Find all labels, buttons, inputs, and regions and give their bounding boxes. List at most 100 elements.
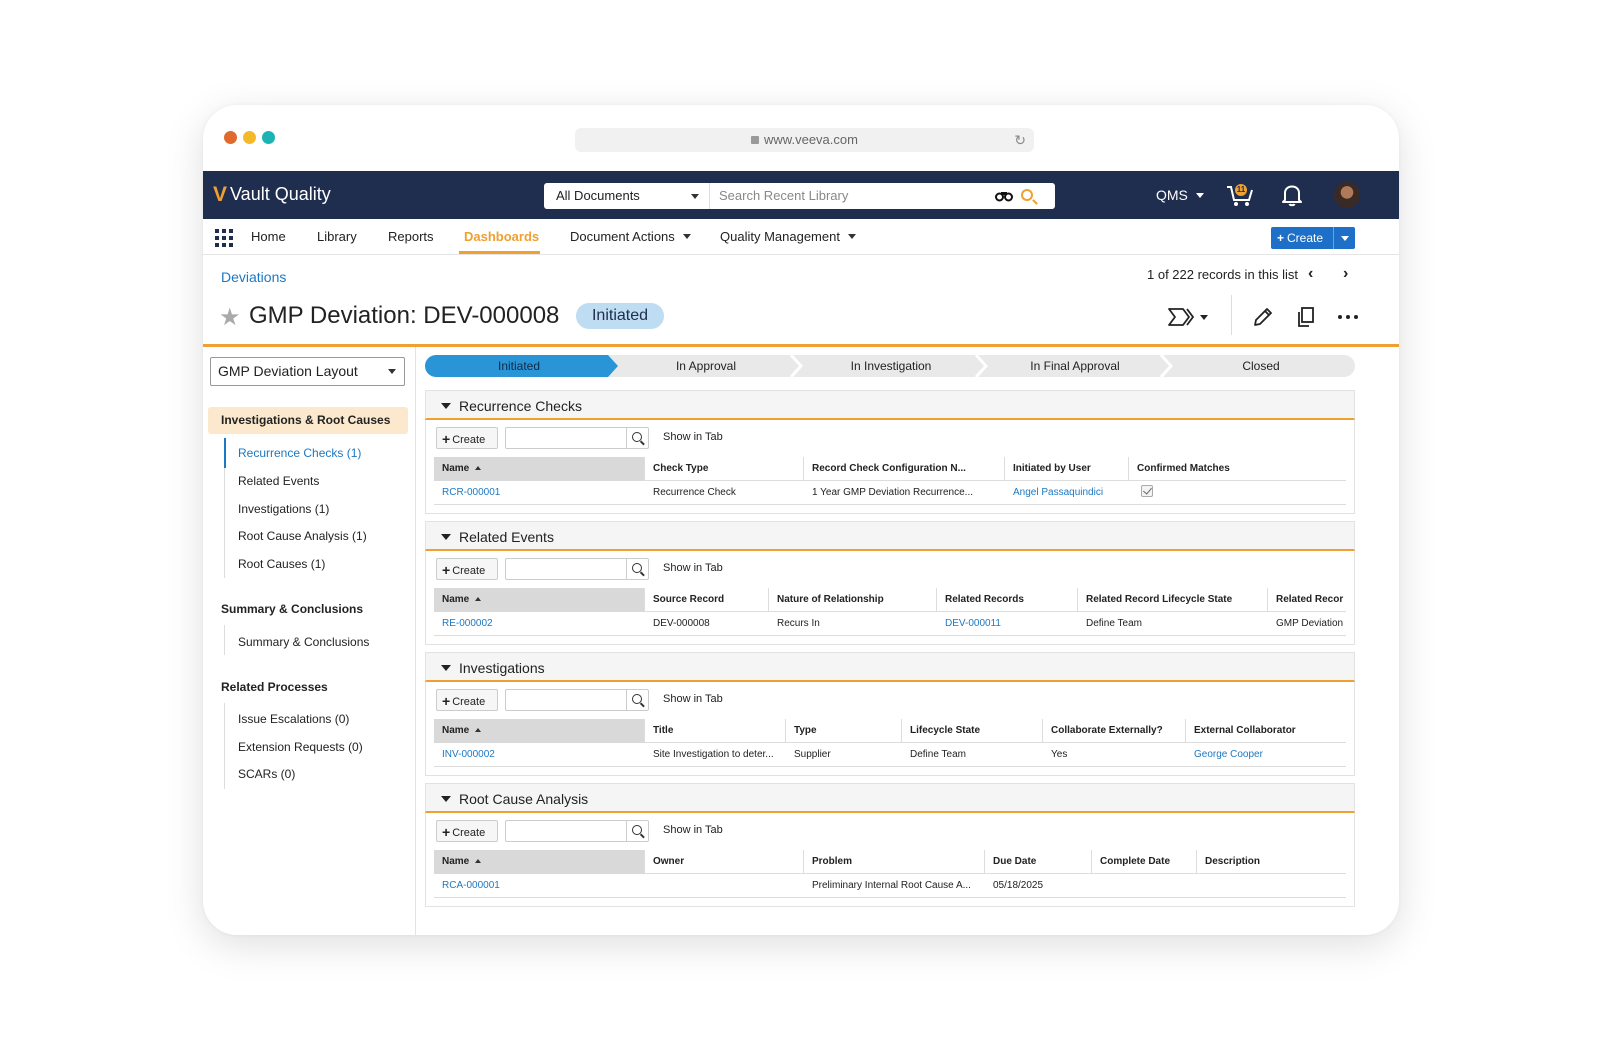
cell-external-collaborator[interactable]: George Cooper — [1186, 743, 1346, 767]
cart-button[interactable]: 11 — [1225, 182, 1255, 208]
lifecycle-stage-closed[interactable]: Closed — [1167, 355, 1355, 377]
search-icon[interactable] — [626, 821, 648, 841]
column-header-confirmed-matches[interactable]: Confirmed Matches — [1129, 457, 1346, 481]
sidebar-item-recurrence-checks[interactable]: Recurrence Checks (1) — [238, 446, 361, 460]
user-avatar[interactable] — [1334, 182, 1360, 208]
collapse-triangle-icon[interactable] — [441, 796, 451, 802]
sidebar-item-investigations[interactable]: Investigations (1) — [238, 502, 329, 516]
search-input[interactable]: Search Recent Library — [719, 183, 989, 209]
create-dropdown-toggle[interactable] — [1333, 227, 1355, 249]
column-header-collaborate-externally[interactable]: Collaborate Externally? — [1043, 719, 1186, 743]
collapse-triangle-icon[interactable] — [441, 403, 451, 409]
section-header[interactable]: Investigations — [425, 652, 1355, 682]
nav-reports[interactable]: Reports — [388, 229, 434, 244]
edit-button[interactable] — [1251, 305, 1275, 329]
breadcrumb[interactable]: Deviations — [221, 269, 286, 285]
search-icon[interactable] — [1021, 189, 1033, 201]
sidebar-section-related-processes[interactable]: Related Processes — [221, 680, 328, 694]
section-header[interactable]: Recurrence Checks — [425, 390, 1355, 420]
cell-record-link[interactable]: RE-000002 — [434, 612, 645, 636]
search-icon[interactable] — [626, 690, 648, 710]
sidebar-item-extension-requests[interactable]: Extension Requests (0) — [238, 740, 363, 754]
collapse-triangle-icon[interactable] — [441, 665, 451, 671]
nav-quality-management[interactable]: Quality Management — [720, 229, 856, 244]
favorite-star-icon[interactable]: ★ — [219, 303, 241, 332]
search-icon[interactable] — [626, 428, 648, 448]
create-button[interactable]: + Create — [436, 820, 498, 842]
lifecycle-stage-initiated[interactable]: Initiated — [425, 355, 613, 377]
sidebar-item-root-causes[interactable]: Root Causes (1) — [238, 557, 325, 571]
minimize-window-dot[interactable] — [243, 131, 256, 144]
show-in-tab-link[interactable]: Show in Tab — [663, 693, 723, 705]
nav-dashboards[interactable]: Dashboards — [464, 229, 539, 244]
column-header-name[interactable]: Name — [434, 588, 645, 612]
create-button[interactable]: + Create — [436, 558, 498, 580]
close-window-dot[interactable] — [224, 131, 237, 144]
column-header-due-date[interactable]: Due Date — [985, 850, 1092, 874]
column-header-related-records[interactable]: Related Records — [937, 588, 1078, 612]
nav-document-actions[interactable]: Document Actions — [570, 229, 691, 244]
create-button[interactable]: + Create — [436, 427, 498, 449]
column-header-record-check-configuration[interactable]: Record Check Configuration N... — [804, 457, 1005, 481]
column-header-related-record[interactable]: Related Recor — [1268, 588, 1346, 612]
search-icon[interactable] — [626, 559, 648, 579]
column-header-check-type[interactable]: Check Type — [645, 457, 804, 481]
show-in-tab-link[interactable]: Show in Tab — [663, 562, 723, 574]
cell-record-link[interactable]: RCR-000001 — [434, 481, 645, 505]
column-header-source-record[interactable]: Source Record — [645, 588, 769, 612]
column-header-name[interactable]: Name — [434, 850, 645, 874]
create-button[interactable]: + Create — [1271, 227, 1355, 249]
sidebar-item-summary-conclusions[interactable]: Summary & Conclusions — [238, 635, 369, 649]
create-button[interactable]: + Create — [436, 689, 498, 711]
sidebar-section-investigations[interactable]: Investigations & Root Causes — [208, 407, 408, 434]
maximize-window-dot[interactable] — [262, 131, 275, 144]
column-header-problem[interactable]: Problem — [804, 850, 985, 874]
layout-select[interactable]: GMP Deviation Layout — [210, 357, 405, 386]
next-record-icon[interactable]: › — [1343, 265, 1348, 283]
column-header-nature-of-relationship[interactable]: Nature of Relationship — [769, 588, 937, 612]
column-header-description[interactable]: Description — [1197, 850, 1346, 874]
section-search-input[interactable] — [505, 689, 649, 711]
section-header[interactable]: Related Events — [425, 521, 1355, 551]
nav-library[interactable]: Library — [317, 229, 357, 244]
show-in-tab-link[interactable]: Show in Tab — [663, 431, 723, 443]
lifecycle-stage-in-final-approval[interactable]: In Final Approval — [983, 355, 1167, 377]
cell-related-records[interactable]: DEV-000011 — [937, 612, 1078, 636]
column-header-title[interactable]: Title — [645, 719, 786, 743]
sidebar-item-related-events[interactable]: Related Events — [238, 474, 319, 488]
column-header-external-collaborator[interactable]: External Collaborator — [1186, 719, 1346, 743]
app-grid-icon[interactable] — [215, 229, 233, 247]
show-in-tab-link[interactable]: Show in Tab — [663, 824, 723, 836]
lifecycle-stage-in-approval[interactable]: In Approval — [613, 355, 799, 377]
sidebar-item-issue-escalations[interactable]: Issue Escalations (0) — [238, 712, 349, 726]
url-bar[interactable]: www.veeva.com ↻ — [575, 128, 1034, 152]
copy-button[interactable] — [1294, 305, 1318, 329]
column-header-complete-date[interactable]: Complete Date — [1092, 850, 1197, 874]
column-header-related-record-lifecycle-state[interactable]: Related Record Lifecycle State — [1078, 588, 1268, 612]
column-header-name[interactable]: Name — [434, 457, 645, 481]
nav-home[interactable]: Home — [251, 229, 286, 244]
workflow-actions-button[interactable] — [1167, 306, 1211, 328]
column-header-type[interactable]: Type — [786, 719, 902, 743]
notifications-button[interactable] — [1281, 183, 1303, 207]
column-header-lifecycle-state[interactable]: Lifecycle State — [902, 719, 1043, 743]
cell-record-link[interactable]: INV-000002 — [434, 743, 645, 767]
sidebar-item-root-cause-analysis[interactable]: Root Cause Analysis (1) — [238, 529, 367, 543]
column-header-initiated-by-user[interactable]: Initiated by User — [1005, 457, 1129, 481]
app-logo[interactable]: V Vault Quality — [213, 184, 331, 205]
binoculars-icon[interactable] — [995, 188, 1013, 205]
more-actions-button[interactable] — [1336, 305, 1360, 329]
section-search-input[interactable] — [505, 558, 649, 580]
sidebar-item-scars[interactable]: SCARs (0) — [238, 767, 295, 781]
reload-icon[interactable]: ↻ — [1014, 128, 1026, 152]
search-scope-select[interactable]: All Documents — [544, 183, 710, 209]
column-header-name[interactable]: Name — [434, 719, 645, 743]
app-switcher[interactable]: QMS — [1156, 187, 1204, 203]
previous-record-icon[interactable]: ‹ — [1308, 265, 1313, 283]
cell-initiated-by-user[interactable]: Angel Passaquindici — [1005, 481, 1129, 505]
collapse-triangle-icon[interactable] — [441, 534, 451, 540]
section-search-input[interactable] — [505, 427, 649, 449]
column-header-owner[interactable]: Owner — [645, 850, 804, 874]
section-search-input[interactable] — [505, 820, 649, 842]
section-header[interactable]: Root Cause Analysis — [425, 783, 1355, 813]
